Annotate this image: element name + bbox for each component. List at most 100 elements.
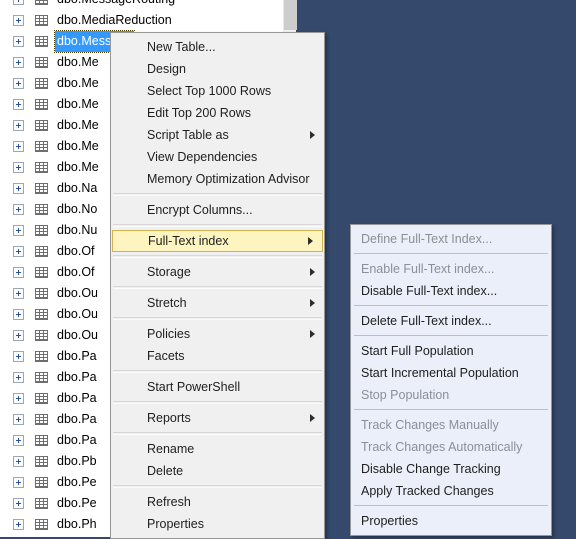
plus-box-icon[interactable]: [13, 78, 24, 89]
menu-item[interactable]: Disable Full-Text index...: [351, 280, 551, 302]
menu-item[interactable]: Memory Optimization Advisor: [111, 168, 324, 190]
table-context-menu[interactable]: New Table... Design Select Top 1000 Rows Ed…: [110, 32, 325, 539]
table-icon: [35, 351, 48, 362]
menu-separator: [113, 401, 322, 404]
plus-box-icon[interactable]: [13, 498, 24, 509]
menu-item[interactable]: Refresh: [111, 491, 324, 513]
menu-item[interactable]: Delete Full-Text index...: [351, 310, 551, 332]
menu-item[interactable]: Select Top 1000 Rows: [111, 80, 324, 102]
table-icon: [35, 372, 48, 383]
menu-item[interactable]: Full-Text index: [112, 230, 323, 252]
menu-item[interactable]: Storage: [111, 261, 324, 283]
tree-item-label: dbo.Pa: [57, 349, 97, 363]
table-icon: [35, 330, 48, 341]
tree-item-label: dbo.Nu: [57, 223, 98, 237]
tree-item[interactable]: dbo.MediaReduction: [0, 10, 283, 31]
plus-box-icon[interactable]: [13, 162, 24, 173]
menu-item[interactable]: Start PowerShell: [111, 376, 324, 398]
plus-box-icon[interactable]: [13, 36, 24, 47]
plus-box-icon[interactable]: [13, 141, 24, 152]
menu-item[interactable]: Script Table as: [111, 124, 324, 146]
menu-item[interactable]: Disable Change Tracking: [351, 458, 551, 480]
plus-box-icon[interactable]: [13, 57, 24, 68]
menu-item[interactable]: Apply Tracked Changes: [351, 480, 551, 502]
plus-box-icon[interactable]: [13, 435, 24, 446]
menu-separator: [113, 224, 322, 227]
tree-item-label: dbo.Pa: [57, 433, 97, 447]
tree-item-label: dbo.Me: [57, 97, 99, 111]
menu-item-label: Track Changes Automatically: [361, 440, 523, 454]
table-icon: [35, 36, 48, 47]
menu-item-label: Reports: [147, 411, 191, 425]
menu-item-label: Memory Optimization Advisor: [147, 172, 310, 186]
menu-item[interactable]: Properties: [351, 510, 551, 532]
menu-item[interactable]: Start Incremental Population: [351, 362, 551, 384]
tree-item-label: dbo.MediaReduction: [57, 13, 172, 27]
table-icon: [35, 435, 48, 446]
menu-item-label: Start Incremental Population: [361, 366, 519, 380]
tree-item[interactable]: dbo.MessageRouting: [0, 0, 283, 10]
plus-box-icon[interactable]: [13, 267, 24, 278]
menu-separator: [354, 335, 548, 337]
table-icon: [35, 225, 48, 236]
plus-box-icon[interactable]: [13, 456, 24, 467]
submenu-arrow-icon: [310, 414, 315, 422]
menu-item[interactable]: Policies: [111, 323, 324, 345]
plus-box-icon[interactable]: [13, 183, 24, 194]
tree-item-label: dbo.MessageRouting: [57, 0, 175, 10]
menu-item[interactable]: Start Full Population: [351, 340, 551, 362]
menu-item[interactable]: Design: [111, 58, 324, 80]
table-icon: [35, 78, 48, 89]
menu-item[interactable]: Rename: [111, 438, 324, 460]
plus-box-icon[interactable]: [13, 246, 24, 257]
menu-item-label: New Table...: [147, 40, 216, 54]
menu-item[interactable]: Reports: [111, 407, 324, 429]
plus-box-icon[interactable]: [13, 372, 24, 383]
menu-separator: [113, 317, 322, 320]
table-icon: [35, 246, 48, 257]
menu-separator: [113, 432, 322, 435]
tree-item-label: dbo.Of: [57, 265, 95, 279]
submenu-arrow-icon: [310, 131, 315, 139]
menu-separator: [354, 409, 548, 411]
menu-item[interactable]: Facets: [111, 345, 324, 367]
plus-box-icon[interactable]: [13, 99, 24, 110]
full-text-index-submenu[interactable]: Define Full-Text Index... Enable Full-Tex…: [350, 224, 552, 536]
plus-box-icon[interactable]: [13, 351, 24, 362]
menu-item-label: Full-Text index: [148, 234, 229, 248]
scrollbar-thumb[interactable]: [284, 0, 297, 30]
menu-item[interactable]: Properties: [111, 513, 324, 535]
menu-item[interactable]: New Table...: [111, 36, 324, 58]
menu-item[interactable]: Delete: [111, 460, 324, 482]
tree-item-label: dbo.No: [57, 202, 98, 216]
table-icon: [35, 456, 48, 467]
menu-item-label: Storage: [147, 265, 191, 279]
plus-box-icon[interactable]: [13, 477, 24, 488]
plus-box-icon[interactable]: [13, 0, 24, 5]
menu-item-label: Edit Top 200 Rows: [147, 106, 251, 120]
plus-box-icon[interactable]: [13, 393, 24, 404]
menu-item: Stop Population: [351, 384, 551, 406]
tree-item-label: dbo.Of: [57, 244, 95, 258]
plus-box-icon[interactable]: [13, 519, 24, 530]
table-icon: [35, 519, 48, 530]
plus-box-icon[interactable]: [13, 288, 24, 299]
plus-box-icon[interactable]: [13, 15, 24, 26]
menu-item-label: Start PowerShell: [147, 380, 241, 394]
menu-item-label: Define Full-Text Index...: [361, 232, 493, 246]
plus-box-icon[interactable]: [13, 120, 24, 131]
plus-box-icon[interactable]: [13, 309, 24, 320]
menu-item[interactable]: Stretch: [111, 292, 324, 314]
menu-item[interactable]: Edit Top 200 Rows: [111, 102, 324, 124]
menu-item[interactable]: View Dependencies: [111, 146, 324, 168]
plus-box-icon[interactable]: [13, 204, 24, 215]
menu-item-label: Delete Full-Text index...: [361, 314, 492, 328]
menu-item-label: Start Full Population: [361, 344, 474, 358]
submenu-arrow-icon: [310, 299, 315, 307]
table-icon: [35, 498, 48, 509]
plus-box-icon[interactable]: [13, 330, 24, 341]
plus-box-icon[interactable]: [13, 225, 24, 236]
table-icon: [35, 204, 48, 215]
plus-box-icon[interactable]: [13, 414, 24, 425]
menu-item[interactable]: Encrypt Columns...: [111, 199, 324, 221]
